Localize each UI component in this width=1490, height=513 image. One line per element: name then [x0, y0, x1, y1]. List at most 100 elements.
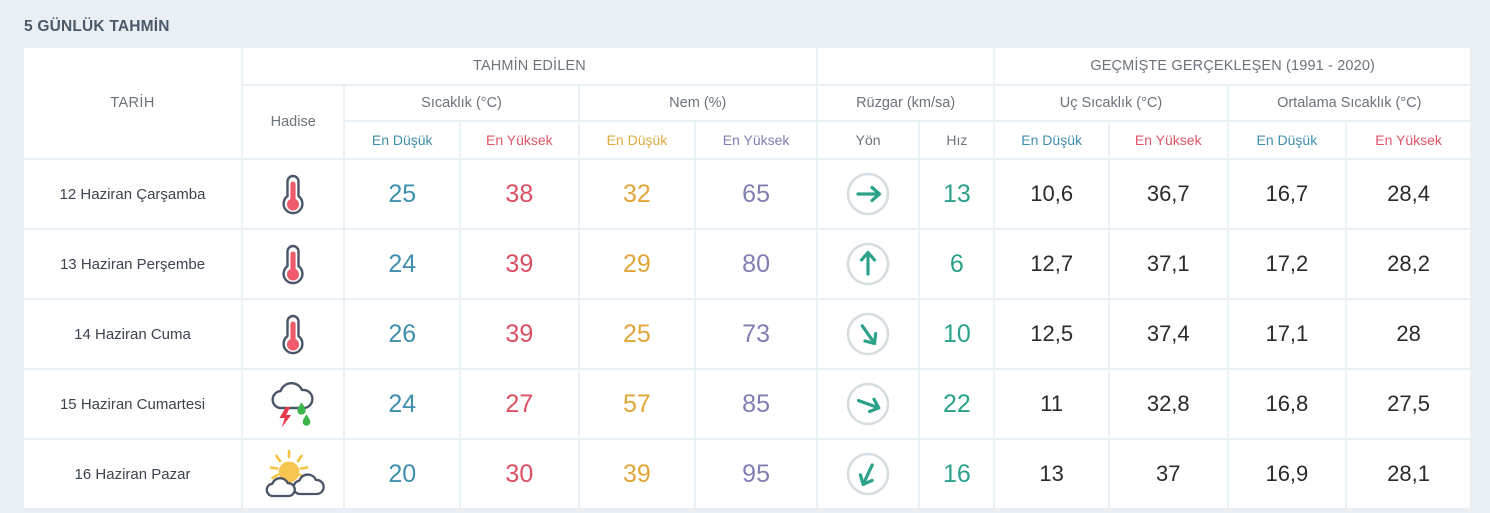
header-average-min: En Düşük — [1228, 122, 1348, 160]
cell-date: 12 Haziran Çarşamba — [24, 160, 244, 230]
header-sub-wind: Rüzgar (km/sa) — [817, 86, 996, 122]
cell-event-icon — [243, 300, 346, 370]
page-title: 5 GÜNLÜK TAHMİN — [24, 18, 170, 35]
thermometer-icon — [282, 244, 304, 285]
cell-average-min: 16,9 — [1228, 440, 1348, 508]
cell-average-max: 28,1 — [1347, 440, 1470, 508]
header-humidity-max: En Yüksek — [696, 122, 818, 160]
thermometer-icon — [282, 314, 304, 355]
thermometer-icon — [282, 174, 304, 215]
cell-average-max: 28,4 — [1347, 160, 1470, 230]
cell-average-max: 28,2 — [1347, 230, 1470, 300]
cell-temp-max: 27 — [461, 370, 580, 440]
cell-average-min: 17,2 — [1228, 230, 1348, 300]
cell-wind-direction — [817, 300, 921, 370]
header-extreme-max: En Yüksek — [1109, 122, 1229, 160]
header-temp-max: En Yüksek — [461, 122, 580, 160]
cell-humidity-min: 57 — [579, 370, 697, 440]
cell-extreme-max: 37,1 — [1109, 230, 1229, 300]
cell-extreme-min: 12,7 — [995, 230, 1110, 300]
header-event: Hadise — [243, 86, 346, 160]
cell-extreme-max: 32,8 — [1109, 370, 1229, 440]
cell-wind-speed: 13 — [920, 160, 996, 230]
forecast-table-container: TARİH TAHMİN EDİLEN GEÇMİŞTE GERÇEKLEŞEN… — [24, 48, 1470, 508]
cell-date: 15 Haziran Cumartesi — [24, 370, 244, 440]
cell-humidity-max: 73 — [696, 300, 818, 370]
table-row: 16 Haziran Pazar 20 30 39 95 16 13 37 16,9 28,1 — [24, 440, 1470, 508]
header-sub-average-temp: Ortalama Sıcaklık (°C) — [1228, 86, 1470, 122]
header-group-spacer — [817, 48, 996, 86]
header-row-groups: TARİH TAHMİN EDİLEN GEÇMİŞTE GERÇEKLEŞEN… — [24, 48, 1470, 160]
cell-humidity-min: 25 — [579, 300, 697, 370]
table-row: 12 Haziran Çarşamba 25 38 32 65 13 10,6 36,7 1… — [24, 160, 1470, 230]
header-group-forecast: TAHMİN EDİLEN — [243, 48, 818, 86]
header-date: TARİH — [24, 48, 244, 160]
cell-wind-direction — [817, 160, 921, 230]
cell-wind-direction — [817, 440, 921, 508]
header-sub-extreme-temp: Uç Sıcaklık (°C) — [995, 86, 1229, 122]
cell-wind-speed: 6 — [920, 230, 996, 300]
cell-temp-max: 38 — [461, 160, 580, 230]
cell-date: 16 Haziran Pazar — [24, 440, 244, 508]
cell-extreme-max: 37,4 — [1109, 300, 1229, 370]
cell-temp-min: 20 — [345, 440, 462, 508]
cell-temp-max: 39 — [461, 230, 580, 300]
wind-arrow-icon — [846, 172, 890, 216]
cell-average-min: 16,8 — [1228, 370, 1348, 440]
cell-extreme-min: 11 — [995, 370, 1110, 440]
cell-humidity-max: 85 — [696, 370, 818, 440]
cell-average-max: 27,5 — [1347, 370, 1470, 440]
cell-temp-min: 24 — [345, 370, 462, 440]
wind-arrow-icon — [846, 382, 890, 426]
table-header: TARİH TAHMİN EDİLEN GEÇMİŞTE GERÇEKLEŞEN… — [24, 48, 1470, 160]
cell-humidity-min: 32 — [579, 160, 697, 230]
cell-extreme-max: 37 — [1109, 440, 1229, 508]
cell-date: 13 Haziran Perşembe — [24, 230, 244, 300]
cell-average-min: 17,1 — [1228, 300, 1348, 370]
cell-average-min: 16,7 — [1228, 160, 1348, 230]
cell-extreme-max: 36,7 — [1109, 160, 1229, 230]
cell-temp-min: 24 — [345, 230, 462, 300]
cell-date: 14 Haziran Cuma — [24, 300, 244, 370]
header-sub-humidity: Nem (%) — [579, 86, 818, 122]
table-row: 13 Haziran Perşembe 24 39 29 80 6 12,7 37,1 17… — [24, 230, 1470, 300]
cell-extreme-min: 13 — [995, 440, 1110, 508]
cell-temp-min: 26 — [345, 300, 462, 370]
cell-wind-speed: 10 — [920, 300, 996, 370]
header-extreme-min: En Düşük — [995, 122, 1110, 160]
cell-humidity-max: 80 — [696, 230, 818, 300]
table-row: 15 Haziran Cumartesi 24 27 57 85 22 11 32,8 16… — [24, 370, 1470, 440]
header-average-max: En Yüksek — [1347, 122, 1470, 160]
header-humidity-min: En Düşük — [579, 122, 697, 160]
cell-event-icon — [243, 370, 346, 440]
cell-humidity-max: 65 — [696, 160, 818, 230]
cell-humidity-min: 29 — [579, 230, 697, 300]
wind-arrow-icon — [846, 242, 890, 286]
cell-wind-direction — [817, 230, 921, 300]
table-row: 14 Haziran Cuma 26 39 25 73 10 12,5 37,4 17,1 2… — [24, 300, 1470, 370]
cell-temp-min: 25 — [345, 160, 462, 230]
cell-humidity-min: 39 — [579, 440, 697, 508]
cell-event-icon — [243, 440, 346, 508]
five-day-forecast-table: TARİH TAHMİN EDİLEN GEÇMİŞTE GERÇEKLEŞEN… — [24, 48, 1470, 508]
header-wind-direction: Yön — [817, 122, 921, 160]
sun-behind-clouds-icon — [265, 449, 325, 498]
cell-average-max: 28 — [1347, 300, 1470, 370]
cell-temp-max: 39 — [461, 300, 580, 370]
cell-humidity-max: 95 — [696, 440, 818, 508]
forecast-page: 5 GÜNLÜK TAHMİN TARİH TAHMİN EDİLEN GEÇM… — [0, 0, 1490, 513]
header-wind-speed: Hız — [920, 122, 996, 160]
cell-wind-speed: 16 — [920, 440, 996, 508]
thunderstorm-rain-icon — [271, 382, 314, 428]
header-temp-min: En Düşük — [345, 122, 462, 160]
table-body: 12 Haziran Çarşamba 25 38 32 65 13 10,6 36,7 1… — [24, 160, 1470, 508]
cell-extreme-min: 12,5 — [995, 300, 1110, 370]
cell-event-icon — [243, 230, 346, 300]
header-group-historical: GEÇMİŞTE GERÇEKLEŞEN (1991 - 2020) — [995, 48, 1470, 86]
cell-wind-direction — [817, 370, 921, 440]
header-sub-temperature: Sıcaklık (°C) — [345, 86, 580, 122]
cell-temp-max: 30 — [461, 440, 580, 508]
cell-event-icon — [243, 160, 346, 230]
wind-arrow-icon — [846, 312, 890, 356]
wind-arrow-icon — [846, 452, 890, 496]
